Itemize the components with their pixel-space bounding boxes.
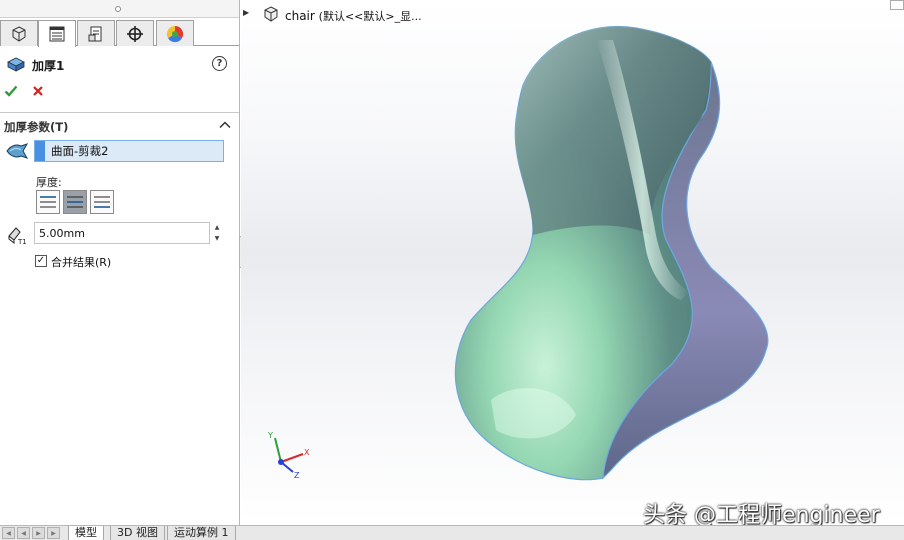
- thicken-feature-icon: [7, 57, 25, 72]
- close-icon: [33, 86, 43, 96]
- prev-tab-icon[interactable]: ◀: [17, 527, 30, 539]
- tab-configuration-manager[interactable]: [77, 20, 115, 46]
- chevron-up-icon: [219, 121, 231, 129]
- ok-button[interactable]: [4, 84, 18, 98]
- chair-model[interactable]: [241, 0, 904, 525]
- watermark: 头条 @工程师engineer: [643, 503, 880, 525]
- feature-manager-icon: [12, 25, 26, 42]
- face-selection-item[interactable]: 曲面-剪裁2: [51, 143, 108, 159]
- triad-y-label: Y: [267, 431, 273, 440]
- tab-motion-study[interactable]: 运动算例 1: [167, 526, 236, 540]
- thickness-input[interactable]: 5.00mm: [34, 222, 210, 244]
- crosshair-icon: [127, 25, 143, 42]
- tab-3d-view[interactable]: 3D 视图: [110, 526, 165, 540]
- triad-z-label: Z: [294, 471, 300, 480]
- bottom-tab-bar: ◀ ◀ ▶ ▶ 模型 3D 视图 运动算例 1: [0, 525, 904, 540]
- thicken-both-icon: [67, 196, 83, 208]
- selection-color-swatch: [35, 141, 45, 161]
- svg-text:T1: T1: [17, 238, 27, 246]
- thicken-side2-button[interactable]: [90, 190, 114, 214]
- last-tab-icon[interactable]: ▶: [47, 527, 60, 539]
- thicken-side1-button[interactable]: [36, 190, 60, 214]
- tab-display-manager[interactable]: [156, 20, 194, 46]
- first-tab-icon[interactable]: ◀: [2, 527, 15, 539]
- property-manager-icon: [49, 26, 65, 42]
- thicken-side1-icon: [40, 196, 56, 208]
- graphics-area[interactable]: ▶ chair (默认<<默认>_显... Y X Z 头条 @工程师engin…: [241, 0, 904, 525]
- thicken-both-sides-button[interactable]: [63, 190, 87, 214]
- collapse-section-button[interactable]: [218, 118, 232, 132]
- spin-down-icon[interactable]: ▼: [211, 233, 223, 244]
- section-title: 加厚参数(T): [4, 120, 69, 134]
- merge-result-checkbox[interactable]: ✓: [35, 255, 47, 267]
- panel-grip[interactable]: [0, 0, 239, 18]
- tab-dimxpert-manager[interactable]: [116, 20, 154, 46]
- spin-up-icon[interactable]: ▲: [211, 222, 223, 233]
- thicken-side2-icon: [94, 196, 110, 208]
- surface-selection-icon: [6, 142, 29, 160]
- tab-model[interactable]: 模型: [68, 526, 104, 540]
- thickness-spinner[interactable]: ▲ ▼: [211, 222, 223, 244]
- help-button[interactable]: ?: [212, 56, 227, 71]
- manager-tabs: [0, 20, 239, 47]
- checkmark-icon: [4, 85, 18, 97]
- face-selection-box[interactable]: 曲面-剪裁2: [34, 140, 224, 162]
- thickness-label: 厚度:: [36, 176, 62, 189]
- divider: [0, 112, 239, 113]
- cancel-button[interactable]: [31, 84, 45, 98]
- feature-title: 加厚1: [6, 55, 64, 75]
- next-tab-icon[interactable]: ▶: [32, 527, 45, 539]
- triad-x-label: X: [304, 448, 310, 457]
- property-manager-panel: 加厚1 ? 加厚参数(T) 曲面-剪裁2 厚度: T1 5.00mm ▲ ▼ ✓…: [0, 0, 240, 525]
- merge-result-label: 合并结果(R): [51, 256, 112, 269]
- thickness-t1-icon: T1: [6, 224, 30, 246]
- tab-property-manager[interactable]: [38, 20, 76, 47]
- feature-title-text: 加厚1: [32, 58, 65, 73]
- display-manager-icon: [166, 25, 184, 42]
- reference-triad: Y X Z: [263, 428, 315, 480]
- tab-feature-manager[interactable]: [0, 20, 38, 46]
- configuration-manager-icon: [88, 26, 102, 41]
